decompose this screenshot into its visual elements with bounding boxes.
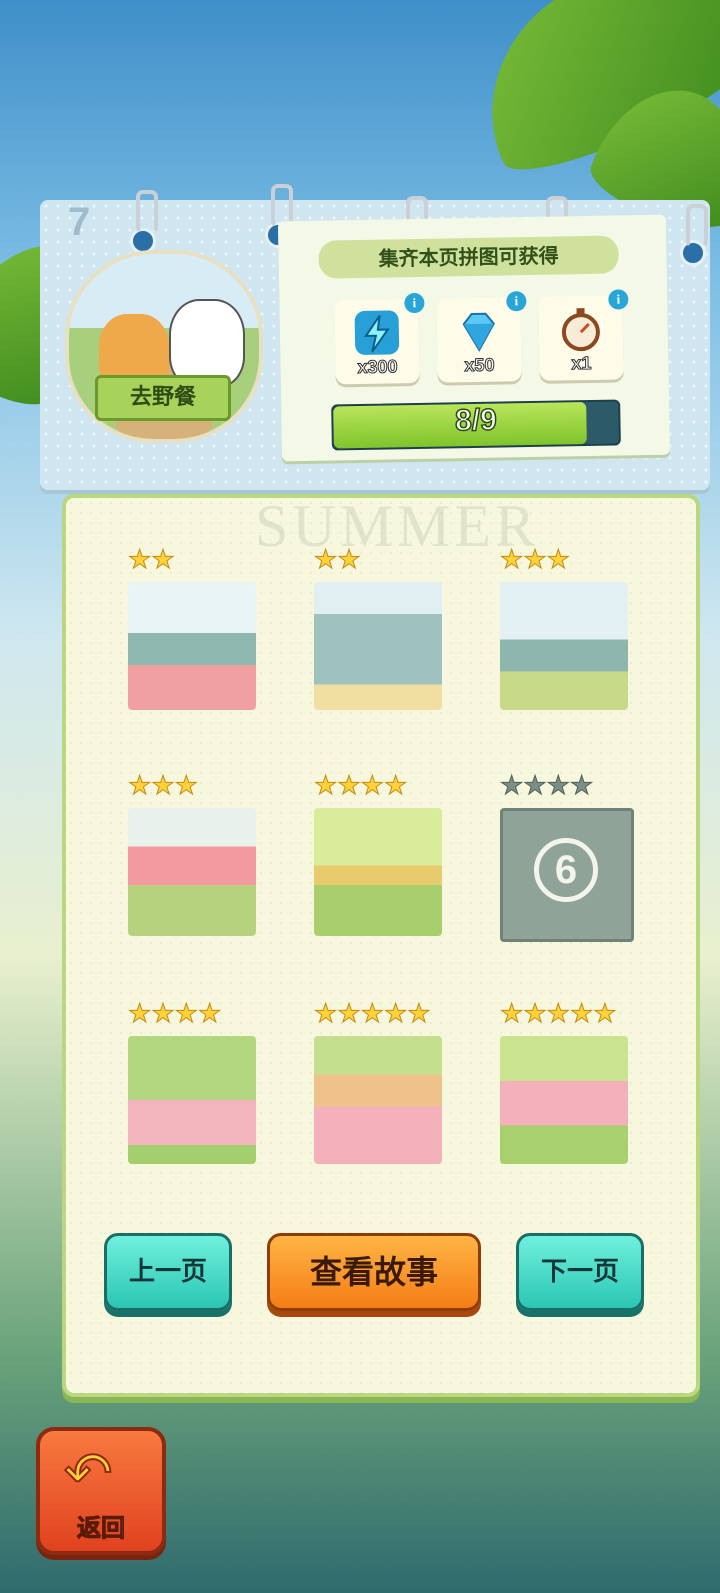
- view-story-button[interactable]: 查看故事: [267, 1233, 481, 1311]
- star-rating: ★★★★: [499, 771, 594, 801]
- star-icon: ★: [151, 771, 175, 801]
- star-icon: ★: [546, 771, 570, 801]
- back-button-label: 返回: [77, 1514, 126, 1543]
- star-rating: ★★★★★: [499, 999, 617, 1029]
- star-icon: ★: [127, 999, 152, 1029]
- reward-count: x1: [571, 352, 592, 374]
- puzzle-piece-art: [500, 1036, 628, 1164]
- puzzle-piece-art: [314, 808, 442, 936]
- star-icon: ★: [523, 771, 547, 801]
- puzzle-piece-1[interactable]: ★★: [127, 546, 256, 710]
- star-icon: ★: [523, 999, 547, 1029]
- star-icon: ★: [383, 771, 408, 801]
- star-rating: ★★: [313, 545, 361, 575]
- puzzle-piece-9[interactable]: ★★★★★: [499, 1000, 628, 1164]
- puzzle-piece-2[interactable]: ★★: [313, 546, 442, 710]
- star-icon: ★: [593, 999, 617, 1029]
- star-icon: ★: [127, 771, 152, 801]
- star-icon: ★: [360, 771, 384, 801]
- star-icon: ★: [546, 545, 570, 575]
- puzzle-piece-8[interactable]: ★★★★★: [313, 1000, 442, 1164]
- reward-count: x300: [357, 356, 398, 378]
- info-icon[interactable]: i: [404, 292, 425, 314]
- star-rating: ★★★★: [313, 771, 408, 801]
- star-icon: ★: [337, 999, 361, 1029]
- energy-bolt-icon: [354, 310, 400, 355]
- puzzle-piece-6[interactable]: ★★★★ 6: [499, 772, 634, 942]
- locked-piece-number: 6: [534, 838, 598, 902]
- star-icon: ★: [499, 999, 524, 1029]
- star-icon: ★: [523, 545, 547, 575]
- summer-watermark: SUMMER: [255, 493, 540, 559]
- previous-page-button[interactable]: 上一页: [104, 1233, 232, 1311]
- star-icon: ★: [546, 999, 570, 1029]
- puzzle-piece-art: [128, 1036, 256, 1164]
- reward-item-diamond[interactable]: x50 i: [436, 291, 527, 383]
- stopwatch-icon: [561, 308, 600, 352]
- reward-title: 集齐本页拼图可获得: [318, 235, 619, 279]
- star-rating: ★★★: [499, 545, 570, 575]
- back-arrow-icon: ↶: [63, 1438, 114, 1508]
- puzzle-piece-art: [314, 582, 442, 710]
- puzzle-piece-art: [500, 582, 628, 710]
- star-rating: ★★: [127, 545, 175, 575]
- puzzle-piece-art: [314, 1036, 442, 1164]
- star-icon: ★: [313, 545, 338, 575]
- star-rating: ★★★★: [127, 999, 222, 1029]
- star-icon: ★: [151, 545, 175, 575]
- chapter-badge[interactable]: 去野餐: [55, 245, 265, 445]
- collection-progress-bar: 8/9: [331, 399, 621, 451]
- star-icon: ★: [174, 999, 198, 1029]
- reward-item-energy[interactable]: x300 i: [334, 292, 425, 385]
- info-icon[interactable]: i: [506, 291, 527, 312]
- diamond-icon: [462, 312, 495, 352]
- puzzle-piece-art: [128, 582, 256, 710]
- puzzle-piece-5[interactable]: ★★★★: [313, 772, 442, 936]
- star-icon: ★: [197, 999, 222, 1029]
- progress-text: 8/9: [454, 403, 498, 438]
- puzzle-piece-7[interactable]: ★★★★: [127, 1000, 256, 1164]
- star-rating: ★★★★★: [313, 999, 431, 1029]
- star-icon: ★: [569, 999, 594, 1029]
- star-icon: ★: [337, 545, 361, 575]
- reward-count: x50: [464, 354, 495, 376]
- reward-card: 集齐本页拼图可获得 x300 i x50 i x1 i 8/9: [277, 214, 671, 462]
- binder-ring: [136, 190, 158, 234]
- next-page-button[interactable]: 下一页: [516, 1233, 644, 1311]
- star-icon: ★: [174, 771, 198, 801]
- chapter-title: 去野餐: [95, 375, 231, 421]
- star-icon: ★: [337, 771, 361, 801]
- star-icon: ★: [569, 771, 594, 801]
- star-icon: ★: [127, 545, 152, 575]
- puzzle-piece-4[interactable]: ★★★: [127, 772, 256, 936]
- star-icon: ★: [407, 999, 431, 1029]
- back-button[interactable]: ↶ 返回: [36, 1427, 166, 1555]
- star-icon: ★: [360, 999, 384, 1029]
- puzzle-piece-art: [128, 808, 256, 936]
- star-icon: ★: [499, 545, 524, 575]
- page-number: 7: [68, 200, 91, 244]
- info-icon[interactable]: i: [608, 289, 629, 310]
- star-icon: ★: [499, 771, 524, 801]
- star-rating: ★★★: [127, 771, 198, 801]
- star-icon: ★: [313, 771, 338, 801]
- binder-ring: [686, 204, 708, 248]
- reward-item-stopwatch[interactable]: x1 i: [538, 289, 629, 381]
- star-icon: ★: [151, 999, 175, 1029]
- puzzle-piece-3[interactable]: ★★★: [499, 546, 628, 710]
- star-icon: ★: [383, 999, 408, 1029]
- star-icon: ★: [313, 999, 338, 1029]
